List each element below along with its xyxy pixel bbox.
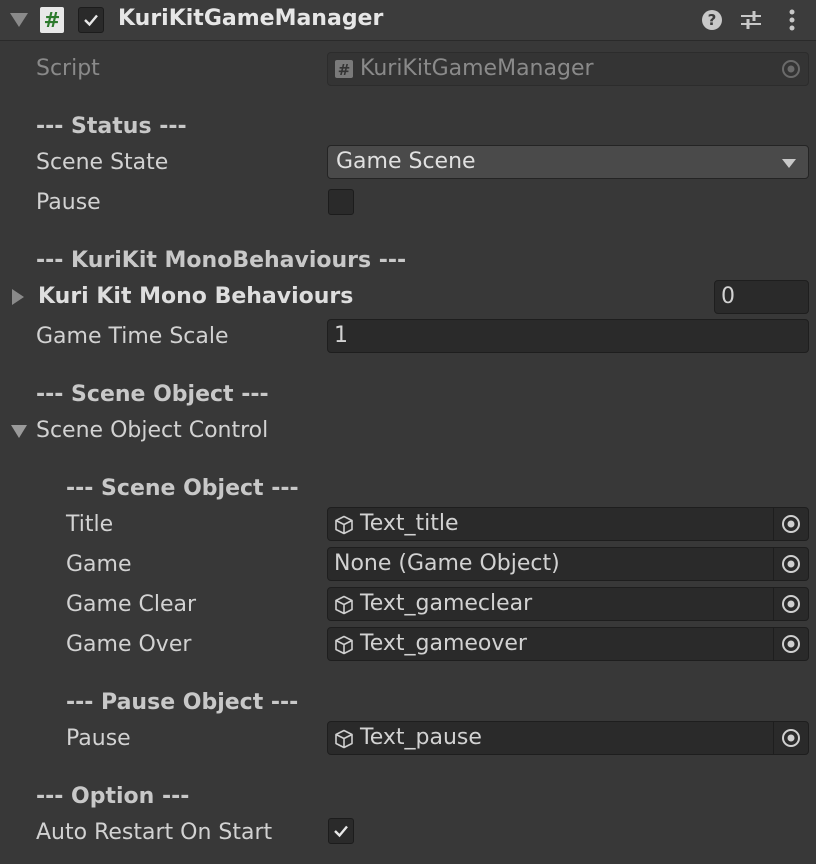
scene-state-label: Scene State xyxy=(36,150,169,175)
game-object-icon xyxy=(334,515,354,541)
game-object-icon xyxy=(334,729,354,755)
script-icon: # xyxy=(40,7,64,33)
settings-sliders-icon[interactable] xyxy=(739,8,763,32)
object-picker-icon[interactable] xyxy=(773,722,808,754)
scene-object-section-header: --- Scene Object --- xyxy=(36,382,269,407)
script-field: # KuriKitGameManager xyxy=(327,52,809,86)
title-object-value: Text_title xyxy=(360,511,459,536)
title-label: Title xyxy=(66,512,114,537)
game-over-label: Game Over xyxy=(66,632,192,657)
scene-object-inner-header: --- Scene Object --- xyxy=(66,476,299,501)
pause-object-label: Pause xyxy=(66,726,131,751)
game-time-scale-input[interactable]: 1 xyxy=(327,319,809,353)
script-label: Script xyxy=(36,56,100,81)
pause-object-value: Text_pause xyxy=(360,725,482,750)
game-clear-object-field[interactable]: Text_gameclear xyxy=(327,587,809,621)
foldout-arrow-icon[interactable] xyxy=(11,425,27,438)
game-label: Game xyxy=(66,552,132,577)
more-vert-icon[interactable] xyxy=(780,8,804,32)
game-object-value: None (Game Object) xyxy=(334,551,560,576)
help-icon[interactable]: ? xyxy=(700,8,724,32)
mono-behaviours-list-label[interactable]: Kuri Kit Mono Behaviours xyxy=(38,284,353,309)
pause-object-field[interactable]: Text_pause xyxy=(327,721,809,755)
game-time-scale-value: 1 xyxy=(334,323,348,348)
game-over-object-field[interactable]: Text_gameover xyxy=(327,627,809,661)
object-picker-icon xyxy=(774,53,808,85)
scene-state-dropdown[interactable]: Game Scene xyxy=(327,145,809,179)
status-section-header: --- Status --- xyxy=(36,114,187,139)
script-icon: # xyxy=(334,59,354,85)
scene-state-value: Game Scene xyxy=(336,149,476,174)
object-picker-icon[interactable] xyxy=(773,628,808,660)
game-clear-object-value: Text_gameclear xyxy=(360,591,533,616)
monobehaviours-section-header: --- KuriKit MonoBehaviours --- xyxy=(36,248,407,273)
pause-label: Pause xyxy=(36,190,101,215)
game-over-object-value: Text_gameover xyxy=(360,631,527,656)
svg-text:?: ? xyxy=(708,11,717,29)
scene-object-control-foldout[interactable]: Scene Object Control xyxy=(36,418,268,443)
chevron-down-icon xyxy=(782,159,796,168)
object-picker-icon[interactable] xyxy=(773,588,808,620)
component-title: KuriKitGameManager xyxy=(118,6,384,31)
list-size-value: 0 xyxy=(721,284,735,309)
game-clear-label: Game Clear xyxy=(66,592,197,617)
component-enabled-checkbox[interactable] xyxy=(78,7,104,33)
list-size-input[interactable]: 0 xyxy=(714,280,809,314)
game-object-field[interactable]: None (Game Object) xyxy=(327,547,809,581)
option-section-header: --- Option --- xyxy=(36,784,190,809)
script-value: KuriKitGameManager xyxy=(360,56,594,81)
object-picker-icon[interactable] xyxy=(773,548,808,580)
game-object-icon xyxy=(334,595,354,621)
pause-object-header: --- Pause Object --- xyxy=(66,690,299,715)
object-picker-icon[interactable] xyxy=(773,508,808,540)
title-object-field[interactable]: Text_title xyxy=(327,507,809,541)
game-object-icon xyxy=(334,635,354,661)
pause-checkbox[interactable] xyxy=(328,189,354,215)
collapse-arrow-icon[interactable] xyxy=(10,13,28,27)
component-header: # KuriKitGameManager ? xyxy=(0,0,816,41)
svg-text:#: # xyxy=(338,61,351,79)
expand-arrow-icon[interactable] xyxy=(12,289,24,305)
auto-restart-label: Auto Restart On Start xyxy=(36,820,273,845)
auto-restart-checkbox[interactable] xyxy=(328,818,354,844)
game-time-scale-label: Game Time Scale xyxy=(36,324,229,349)
